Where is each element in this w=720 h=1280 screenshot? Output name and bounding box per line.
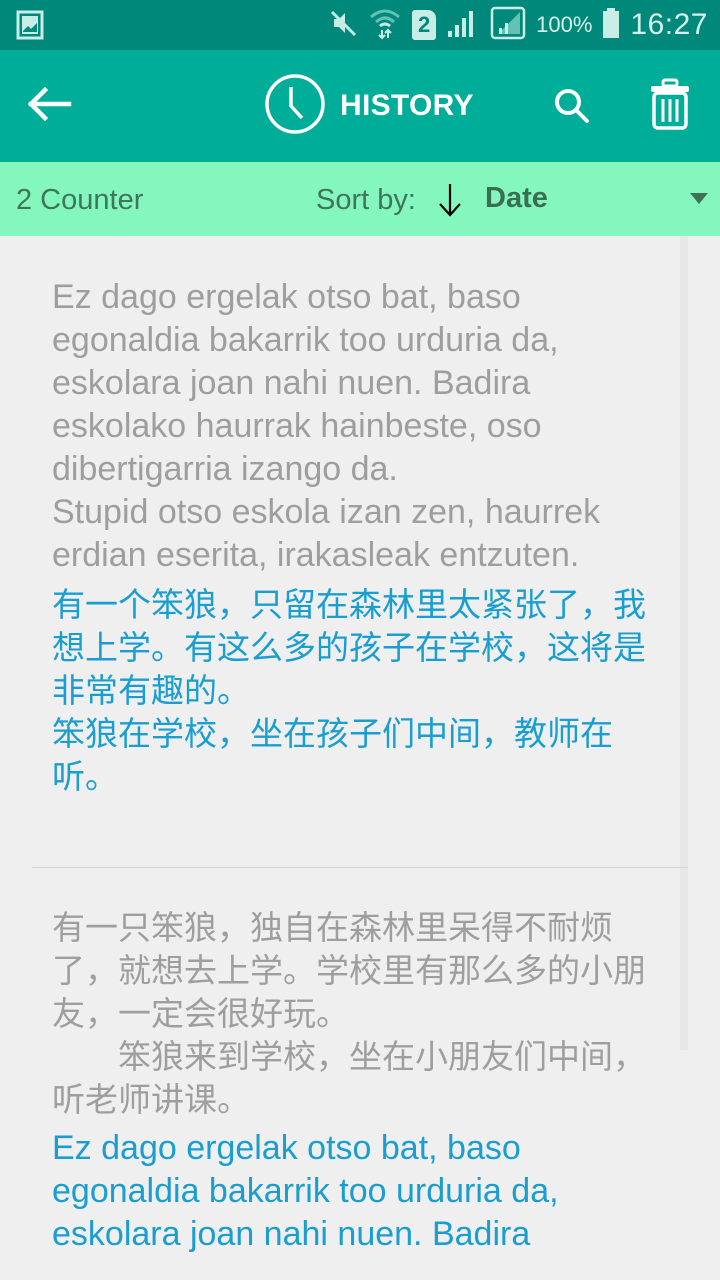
- history-item[interactable]: Ez dago ergelak otso bat, baso egonaldia…: [32, 276, 688, 868]
- sort-field-value: Date: [485, 182, 548, 214]
- source-text: Ez dago ergelak otso bat, baso egonaldia…: [52, 278, 601, 574]
- translated-text: 有一个笨狼，只留在森林里太紧张了，我想上学。有这么多的孩子在学校，这将是非常有趣…: [52, 586, 646, 795]
- search-icon: [553, 87, 591, 130]
- sim-2-icon: 2: [412, 10, 437, 40]
- back-button[interactable]: [22, 78, 78, 134]
- battery-percent: 100%: [536, 12, 593, 37]
- toolbar: HISTORY: [0, 50, 720, 162]
- source-text: 有一只笨狼，独自在森林里呆得不耐烦了，就想去上学。学校里有那么多的小朋友，一定会…: [52, 909, 646, 1118]
- gallery-icon: [16, 10, 44, 45]
- mute-icon: [328, 8, 358, 43]
- trash-icon: [649, 78, 691, 135]
- battery-icon: [602, 7, 620, 44]
- sort-bar: 2 Counter Sort by: Date: [0, 162, 720, 236]
- sort-label: Sort by:: [316, 184, 416, 216]
- wifi-icon: [368, 6, 402, 45]
- page-title: HISTORY: [340, 89, 474, 122]
- translated-text: Ez dago ergelak otso bat, baso egonaldia…: [52, 1129, 559, 1253]
- arrow-left-icon: [27, 86, 73, 126]
- status-bar: 2 100% 16:27: [0, 0, 720, 50]
- page-title-group: HISTORY: [264, 73, 474, 136]
- signal-2-icon: [490, 6, 526, 45]
- delete-all-button[interactable]: [640, 76, 700, 136]
- search-button[interactable]: [544, 80, 600, 136]
- history-list[interactable]: Ez dago ergelak otso bat, baso egonaldia…: [0, 236, 720, 1280]
- sort-dropdown-toggle[interactable]: [676, 162, 720, 236]
- triangle-down-icon: [690, 193, 708, 204]
- clock-icon: [264, 73, 326, 140]
- signal-icon: [446, 7, 480, 44]
- clock-time: 16:27: [630, 8, 708, 41]
- history-counter: 2 Counter: [16, 184, 144, 216]
- history-item[interactable]: 有一只笨狼，独自在森林里呆得不耐烦了，就想去上学。学校里有那么多的小朋友，一定会…: [32, 868, 688, 1280]
